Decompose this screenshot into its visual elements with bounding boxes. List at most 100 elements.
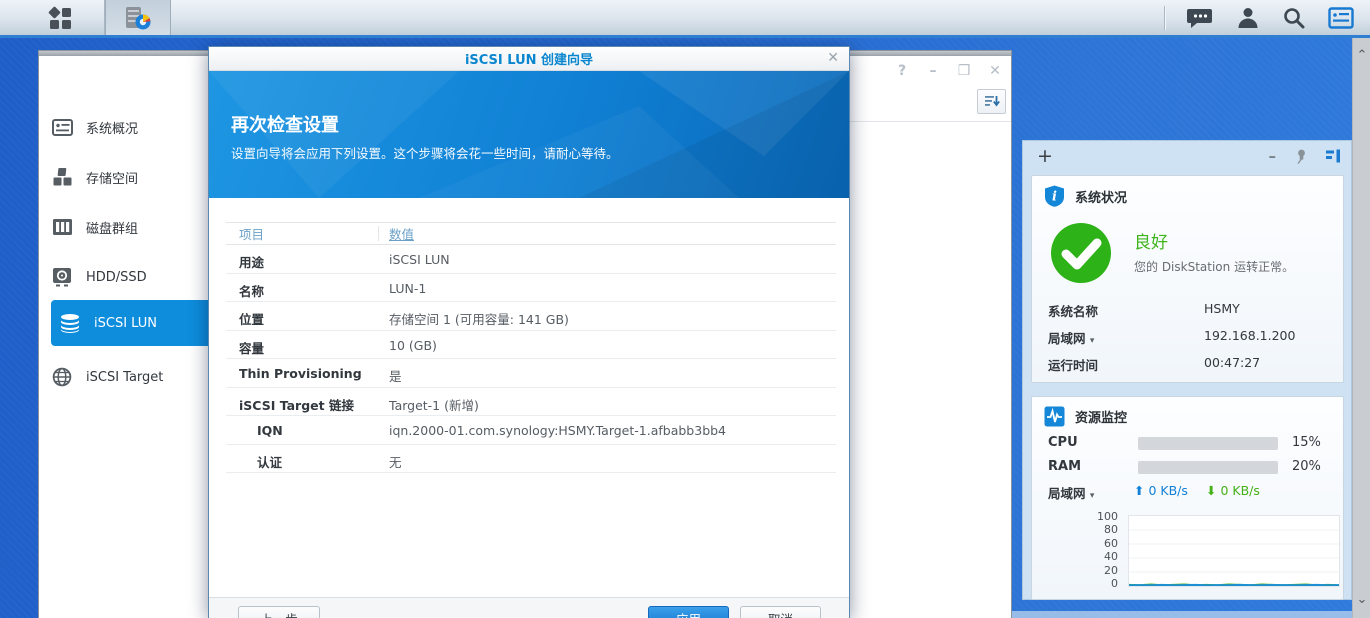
sidebar-item-label: HDD/SSD <box>86 269 147 285</box>
upload-rate: ⬆ 0 KB/s <box>1134 483 1188 498</box>
table-header-value[interactable]: 数值 <box>389 224 414 243</box>
dock-right-icon[interactable] <box>1325 149 1341 163</box>
dialog-title: iSCSI LUN 创建向导 <box>464 53 594 68</box>
info-value: 00:47:27 <box>1204 355 1261 370</box>
cancel-button[interactable]: 取消 <box>740 606 821 618</box>
column-divider <box>378 226 379 241</box>
ram-bar-track <box>1138 461 1278 474</box>
row-label: Thin Provisioning <box>239 366 362 381</box>
table-row: 用途 iSCSI LUN <box>226 245 836 274</box>
download-rate: ⬇ 0 KB/s <box>1206 483 1260 498</box>
dialog-close-icon[interactable]: ✕ <box>827 50 839 66</box>
sidebar-item-iscsi-lun[interactable]: iSCSI LUN <box>51 300 226 346</box>
row-label: IQN <box>257 423 283 438</box>
row-label: 用途 <box>239 255 265 270</box>
taskbar <box>0 0 1370 38</box>
info-row-uptime: 运行时间 00:47:27 <box>1048 355 1330 375</box>
main-menu-button[interactable] <box>16 0 104 35</box>
sidebar-item-disk-group[interactable]: 磁盘群组 <box>51 208 221 246</box>
sidebar-item-label: iSCSI LUN <box>94 315 157 331</box>
volume-icon <box>51 167 73 187</box>
sidebar-item-label: 存储空间 <box>86 171 139 187</box>
window-close-button[interactable]: ✕ <box>987 63 1003 79</box>
tray-divider <box>1164 5 1165 30</box>
apply-button[interactable]: 应用 <box>648 606 729 618</box>
storage-manager-icon <box>126 6 151 29</box>
desktop: ? – ❒ ✕ 系统概况 存储空间 磁盘群组 HDD/SSD iSCSI LUN… <box>0 0 1370 618</box>
ytick: 20 <box>1104 563 1118 577</box>
lan-label[interactable]: 局域网 ▾ <box>1048 486 1094 501</box>
row-value: 无 <box>389 454 402 470</box>
sidebar-item-label: 磁盘群组 <box>86 221 139 237</box>
table-row: 位置 存储空间 1 (可用容量: 141 GB) <box>226 302 836 331</box>
info-label[interactable]: 局域网 ▾ <box>1048 328 1094 347</box>
disk-group-icon <box>51 218 73 236</box>
storage-manager-taskbar-button[interactable] <box>105 0 171 35</box>
row-label: 容量 <box>239 340 265 356</box>
table-header-item: 项目 <box>239 227 265 242</box>
system-health-widget: i 系统状况 良好 您的 DiskStation 运转正常。 系统名称 HSMY… <box>1031 175 1344 383</box>
row-value: 存储空间 1 (可用容量: 141 GB) <box>389 312 569 327</box>
table-row: 认证 无 <box>226 445 836 473</box>
widget-title: 资源监控 <box>1075 411 1128 426</box>
banner-heading: 再次检查设置 <box>231 115 339 136</box>
cpu-percent: 15% <box>1292 435 1321 450</box>
ytick: 100 <box>1097 510 1118 523</box>
window-minimize-button[interactable]: – <box>925 63 941 79</box>
row-value: iqn.2000-01.com.synology:HSMY.Target-1.a… <box>389 423 727 438</box>
scroll-down-icon[interactable]: ⌄ <box>1353 588 1370 610</box>
sidebar-item-hdd-ssd[interactable]: HDD/SSD <box>51 258 221 296</box>
dialog-banner: 再次检查设置 设置向导将会应用下列设置。这个步骤将会花一些时间，请耐心等待。 <box>209 71 849 198</box>
chevron-down-icon[interactable]: ▾ <box>1090 491 1095 501</box>
lan-chart <box>1128 515 1340 587</box>
table-row: 容量 10 (GB) <box>226 331 836 359</box>
widget-minimize-button[interactable]: – <box>1269 149 1277 164</box>
sort-button[interactable] <box>977 89 1006 114</box>
iscsi-lun-icon <box>59 313 81 333</box>
cpu-row: CPU 15% <box>1048 435 1330 451</box>
dialog-titlebar[interactable]: iSCSI LUN 创建向导 ✕ <box>209 47 849 71</box>
info-shield-icon: i <box>1045 185 1064 207</box>
widget-title: 系统状况 <box>1075 190 1128 206</box>
window-help-button[interactable]: ? <box>894 63 910 79</box>
lan-chart-plot <box>1128 529 1340 587</box>
chevron-down-icon[interactable]: ▾ <box>1090 336 1095 346</box>
sidebar-item-iscsi-target[interactable]: iSCSI Target <box>51 358 221 396</box>
iscsi-target-icon <box>51 367 73 387</box>
upload-arrow-icon: ⬆ <box>1134 483 1145 498</box>
user-icon[interactable] <box>1236 6 1260 30</box>
sidebar-item-volume[interactable]: 存储空间 <box>51 158 221 196</box>
status-ok-icon <box>1051 223 1111 283</box>
lan-chart-yaxis: 100 80 60 40 20 0 <box>1078 510 1118 590</box>
add-widget-button[interactable]: + <box>1037 145 1053 167</box>
window-maximize-button[interactable]: ❒ <box>956 63 972 79</box>
ram-label: RAM <box>1048 459 1082 474</box>
row-value: Target-1 (新增) <box>389 397 479 413</box>
row-value: 10 (GB) <box>389 337 437 353</box>
svg-text:i: i <box>1052 190 1057 205</box>
search-icon[interactable] <box>1282 6 1306 30</box>
window-controls: ? – ❒ ✕ <box>894 63 1003 79</box>
info-value: 192.168.1.200 <box>1204 328 1296 343</box>
ytick: 60 <box>1104 536 1118 550</box>
main-menu-icon <box>48 6 71 29</box>
row-label: iSCSI Target 链接 <box>239 397 354 413</box>
sidebar-item-overview[interactable]: 系统概况 <box>51 108 221 146</box>
ram-row: RAM 20% <box>1048 459 1330 475</box>
info-row-lan: 局域网 ▾ 192.168.1.200 <box>1048 328 1330 348</box>
row-label: 名称 <box>239 283 265 299</box>
previous-button[interactable]: 上一步 <box>238 606 320 618</box>
settings-table: 项目 数值 用途 iSCSI LUN 名称 LUN-1 位置 存储空间 1 (可… <box>226 222 836 473</box>
chat-icon[interactable] <box>1187 6 1214 30</box>
scroll-up-icon[interactable]: ⌃ <box>1353 44 1370 66</box>
lan-traffic-row: 局域网 ▾ ⬆ 0 KB/s ⬇ 0 KB/s <box>1048 483 1330 501</box>
widget-toolbar: + – <box>1023 141 1351 173</box>
overview-icon <box>51 118 73 136</box>
pilot-view-icon[interactable] <box>1328 6 1354 29</box>
download-arrow-icon: ⬇ <box>1206 483 1217 498</box>
pin-icon[interactable] <box>1293 148 1308 164</box>
ytick: 0 <box>1111 576 1118 590</box>
table-row: Thin Provisioning 是 <box>226 359 836 388</box>
desktop-scrollbar[interactable]: ⌃ ⌄ <box>1352 38 1370 618</box>
row-label: 认证 <box>257 454 283 470</box>
